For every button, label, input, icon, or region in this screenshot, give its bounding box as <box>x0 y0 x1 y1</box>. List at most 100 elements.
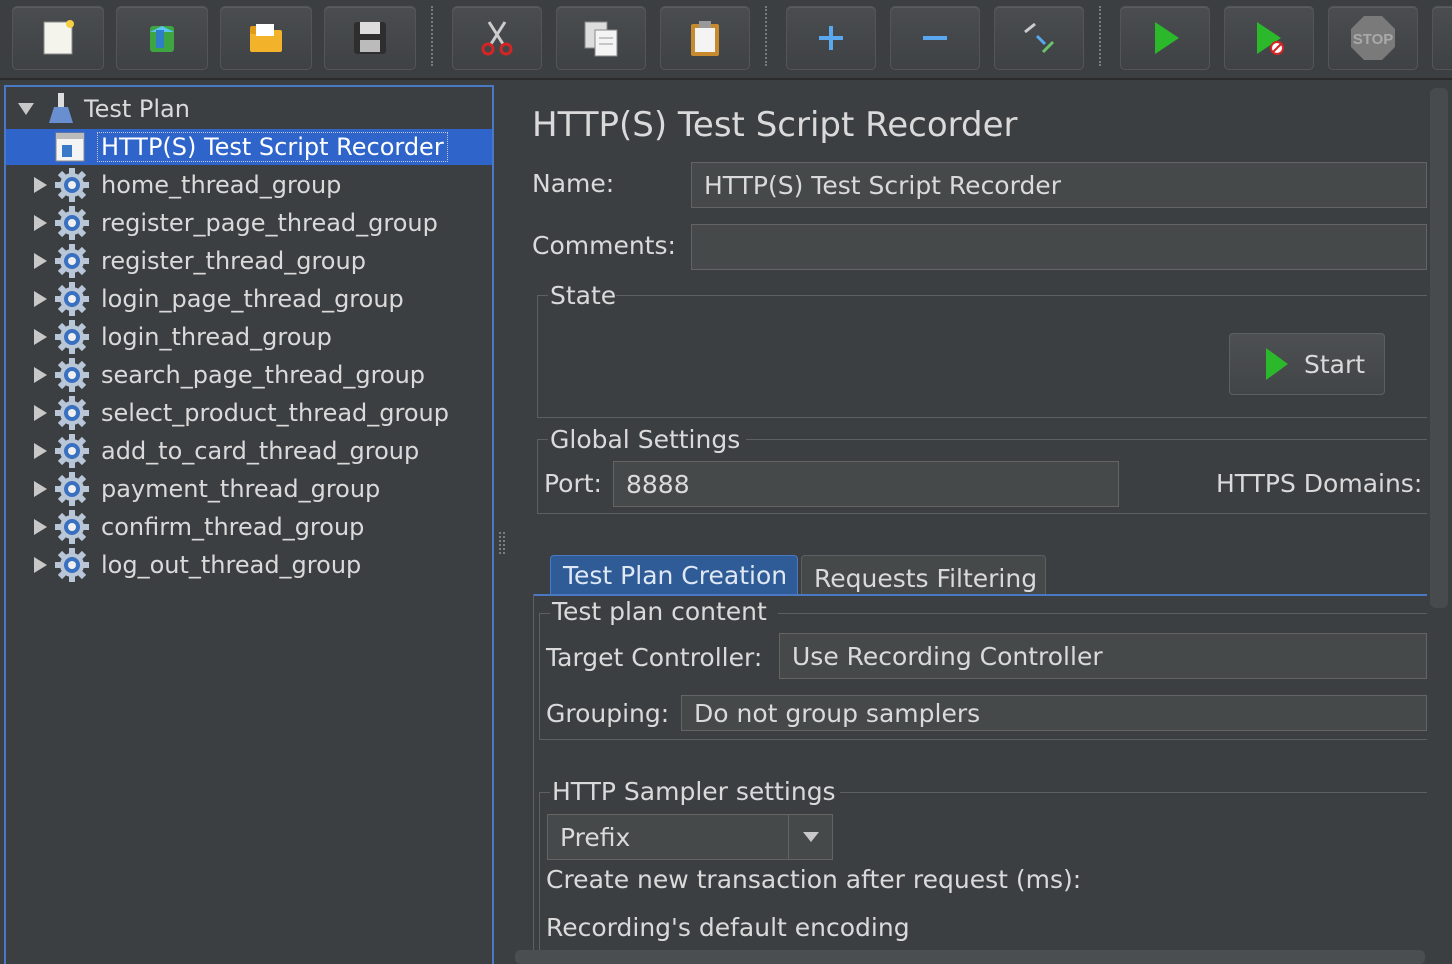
expand-arrow-icon[interactable] <box>32 176 48 194</box>
copy-button[interactable] <box>556 6 646 70</box>
port-label: Port: <box>544 469 602 498</box>
play-icon <box>1155 22 1179 54</box>
splitter-handle[interactable] <box>497 530 507 558</box>
tree-item-label: home_thread_group <box>101 171 342 199</box>
toolbar: STOP <box>0 0 1452 80</box>
thread-group-gear-icon <box>55 244 89 278</box>
prefix-select[interactable]: Prefix <box>547 814 833 860</box>
vertical-scrollbar[interactable] <box>1430 88 1448 608</box>
tree-item-register-page-thread-group[interactable]: register_page_thread_group <box>6 205 486 241</box>
save-button[interactable] <box>324 6 416 70</box>
more-toolbar-button[interactable] <box>1432 6 1452 70</box>
tree-root-label: Test Plan <box>84 95 190 123</box>
thread-group-gear-icon <box>55 206 89 240</box>
tree-item-select-product-thread-group[interactable]: select_product_thread_group <box>6 395 486 431</box>
tree-item-payment-thread-group[interactable]: payment_thread_group <box>6 471 486 507</box>
toolbar-separator <box>431 6 433 66</box>
floppy-icon <box>354 22 386 54</box>
recorder-panel: HTTP(S) Test Script Recorder Name: HTTP(… <box>512 85 1427 964</box>
thread-group-gear-icon <box>55 396 89 430</box>
start-no-pauses-button[interactable] <box>1224 6 1314 70</box>
expand-arrow-icon[interactable] <box>32 480 48 498</box>
tab-test-plan-creation[interactable]: Test Plan Creation <box>550 555 798 595</box>
tree-item-search-page-thread-group[interactable]: search_page_thread_group <box>6 357 486 393</box>
prefix-dropdown-button[interactable] <box>788 815 832 859</box>
toggle-button[interactable] <box>994 6 1084 70</box>
folder-icon <box>250 24 282 52</box>
toggle-icon <box>1024 22 1055 54</box>
expand-arrow-icon[interactable] <box>32 214 48 232</box>
collapse-arrow-icon[interactable] <box>16 99 36 119</box>
thread-group-gear-icon <box>55 434 89 468</box>
horizontal-scrollbar[interactable] <box>515 950 1425 964</box>
minus-icon <box>923 36 947 40</box>
tree-item-login-thread-group[interactable]: login_thread_group <box>6 319 486 355</box>
tree-item-label: add_to_card_thread_group <box>101 437 420 465</box>
thread-group-gear-icon <box>55 472 89 506</box>
expand-arrow-icon[interactable] <box>32 252 48 270</box>
stop-icon: STOP <box>1351 16 1395 60</box>
expand-arrow-icon[interactable] <box>32 328 48 346</box>
play-icon <box>1266 348 1288 380</box>
tree-item-home-thread-group[interactable]: home_thread_group <box>6 167 486 203</box>
open-button[interactable] <box>220 6 312 70</box>
templates-icon <box>150 26 174 52</box>
cut-button[interactable] <box>452 6 542 70</box>
tree-item-register-thread-group[interactable]: register_thread_group <box>6 243 486 279</box>
recorder-start-button[interactable]: Start <box>1229 333 1385 395</box>
global-settings-label: Global Settings <box>550 425 741 454</box>
tree-item-label: register_page_thread_group <box>101 209 438 237</box>
tree-root[interactable]: Test Plan <box>16 91 486 127</box>
tree-item-label: confirm_thread_group <box>101 513 365 541</box>
grouping-select[interactable]: Do not group samplers <box>681 695 1427 731</box>
start-button[interactable] <box>1120 6 1210 70</box>
expand-arrow-icon[interactable] <box>32 556 48 574</box>
toolbar-separator <box>1099 6 1101 66</box>
start-button-label: Start <box>1304 349 1366 379</box>
expand-arrow-icon[interactable] <box>32 442 48 460</box>
tree-item-label: payment_thread_group <box>101 475 381 503</box>
default-encoding-label: Recording's default encoding <box>546 913 910 942</box>
paste-button[interactable] <box>660 6 750 70</box>
thread-group-gear-icon <box>55 168 89 202</box>
tree-item-label: select_product_thread_group <box>101 399 449 427</box>
target-controller-select[interactable]: Use Recording Controller <box>779 633 1427 679</box>
tab-requests-filtering[interactable]: Requests Filtering <box>801 555 1046 595</box>
name-label: Name: <box>532 169 615 198</box>
panel-title: HTTP(S) Test Script Recorder <box>532 105 1018 145</box>
tree-item-label: login_thread_group <box>101 323 332 351</box>
scissors-icon <box>481 21 513 56</box>
recorder-icon <box>55 132 85 162</box>
expand-button[interactable] <box>786 6 876 70</box>
expand-arrow-icon[interactable] <box>32 404 48 422</box>
target-controller-label: Target Controller: <box>546 643 763 672</box>
grouping-label: Grouping: <box>546 699 670 728</box>
tree-item-recorder-label: HTTP(S) Test Script Recorder <box>97 132 448 162</box>
toolbar-separator <box>765 6 767 66</box>
copy-icon <box>584 21 618 57</box>
thread-group-gear-icon <box>55 548 89 582</box>
test-plan-tree[interactable]: Test Plan HTTP(S) Test Script Recorder h… <box>4 85 494 964</box>
expand-arrow-icon[interactable] <box>32 290 48 308</box>
new-button[interactable] <box>12 6 104 70</box>
tree-item-login-page-thread-group[interactable]: login_page_thread_group <box>6 281 486 317</box>
comments-field[interactable] <box>691 224 1427 270</box>
tree-item-label: login_page_thread_group <box>101 285 404 313</box>
stop-icon-label: STOP <box>1353 31 1394 48</box>
tree-item-add-to-card-thread-group[interactable]: add_to_card_thread_group <box>6 433 486 469</box>
tree-item-confirm-thread-group[interactable]: confirm_thread_group <box>6 509 486 545</box>
collapse-button[interactable] <box>890 6 980 70</box>
templates-button[interactable] <box>116 6 208 70</box>
comments-label: Comments: <box>532 231 676 260</box>
tree-item-log-out-thread-group[interactable]: log_out_thread_group <box>6 547 486 583</box>
transaction-label: Create new transaction after request (ms… <box>546 865 1082 894</box>
expand-arrow-icon[interactable] <box>32 518 48 536</box>
thread-group-gear-icon <box>55 282 89 316</box>
expand-arrow-icon[interactable] <box>32 366 48 384</box>
stop-button[interactable]: STOP <box>1328 6 1418 70</box>
name-field[interactable]: HTTP(S) Test Script Recorder <box>691 162 1427 208</box>
tree-item-label: search_page_thread_group <box>101 361 426 389</box>
tree-item-recorder[interactable]: HTTP(S) Test Script Recorder <box>6 129 492 165</box>
https-domains-label: HTTPS Domains: <box>1216 469 1423 498</box>
port-field[interactable]: 8888 <box>613 461 1119 507</box>
